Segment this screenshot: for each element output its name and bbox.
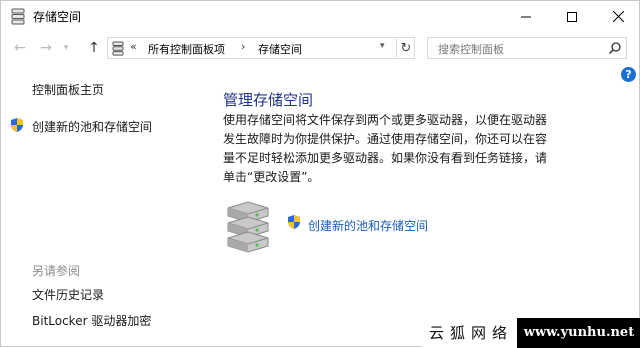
breadcrumb-all-control-panel-items[interactable]: 所有控制面板项 [148, 41, 225, 57]
page-description: 使用存储空间将文件保存到两个或更多驱动器，以便在驱动器发生故障时为你提供保护。通… [223, 113, 548, 184]
close-button[interactable] [595, 1, 640, 32]
storage-spaces-icon [11, 8, 25, 25]
control-panel-window: 存储空间 ← → ▾ ↑ « 所有控制面板项 › 存储空间 ▾ ↻ 搜索控制面板 [0, 0, 640, 348]
maximize-button[interactable] [549, 1, 595, 32]
forward-arrow-icon: → [40, 40, 52, 56]
breadcrumb-separator[interactable]: › [241, 40, 245, 53]
address-bar[interactable]: « 所有控制面板项 › 存储空间 ▾ ↻ [107, 37, 415, 59]
refresh-icon: ↻ [400, 40, 412, 56]
control-panel-home-link[interactable]: 控制面板主页 [32, 81, 104, 98]
uac-shield-icon [288, 215, 300, 229]
chevron-down-icon: ▾ [63, 43, 69, 53]
uac-shield-icon [11, 118, 23, 132]
watermark: 云狐网络 www.yunhu.net [421, 318, 640, 348]
create-pool-link-main[interactable]: 创建新的池和存储空间 [308, 217, 428, 234]
search-box[interactable]: 搜索控制面板 [427, 37, 627, 59]
watermark-text-right: www.yunhu.net [517, 318, 640, 348]
back-button[interactable]: ← [9, 38, 31, 58]
breadcrumb-overflow[interactable]: « [130, 40, 137, 53]
watermark-text-left: 云狐网络 [421, 318, 517, 348]
search-placeholder[interactable]: 搜索控制面板 [438, 41, 504, 57]
up-arrow-icon: ↑ [88, 40, 100, 56]
maximize-icon [567, 11, 577, 22]
back-arrow-icon: ← [14, 40, 26, 56]
up-button[interactable]: ↑ [83, 38, 105, 58]
refresh-button[interactable]: ↻ [396, 39, 415, 57]
storage-spaces-icon [112, 41, 124, 56]
file-history-link[interactable]: 文件历史记录 [32, 286, 104, 303]
recent-locations-button[interactable]: ▾ [59, 38, 73, 58]
bitlocker-link[interactable]: BitLocker 驱动器加密 [32, 312, 151, 329]
title-bar: 存储空间 [1, 1, 639, 32]
minimize-icon [521, 16, 531, 17]
page-title: 管理存储空间 [223, 91, 314, 109]
forward-button[interactable]: → [35, 38, 57, 58]
address-dropdown-icon[interactable]: ▾ [380, 41, 392, 55]
search-icon[interactable] [608, 41, 622, 55]
window-title: 存储空间 [33, 10, 82, 24]
breadcrumb-storage-spaces[interactable]: 存储空间 [258, 41, 302, 57]
minimize-button[interactable] [503, 1, 549, 32]
close-icon [612, 11, 624, 22]
help-button[interactable]: ? [621, 67, 636, 82]
create-pool-link-sidebar[interactable]: 创建新的池和存储空间 [32, 118, 152, 135]
see-also-heading: 另请参阅 [32, 264, 81, 278]
storage-drives-icon [227, 201, 269, 253]
